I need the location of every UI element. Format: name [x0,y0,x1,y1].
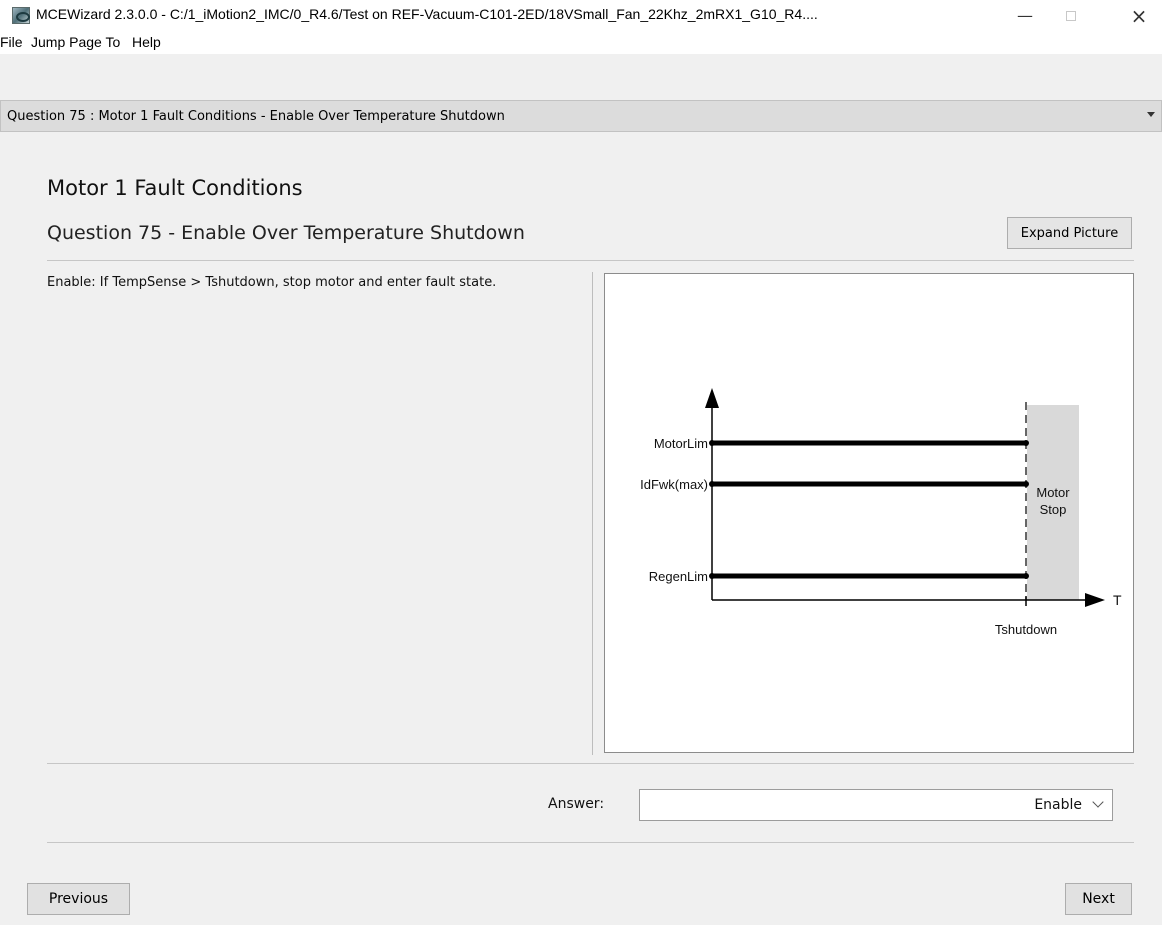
answer-select-value: Enable [1034,797,1082,813]
diagram-panel: MotorLim IdFwk(max) RegenLim Motor Stop … [604,273,1134,753]
idfwk-label: IdFwk(max) [640,477,708,492]
motorlim-point [709,440,715,446]
minimize-button[interactable]: — [1002,0,1048,31]
next-button[interactable]: Next [1065,883,1132,915]
idfwk-point [709,481,715,487]
menu-bar: File Jump Page To Help [0,31,1162,54]
menu-file[interactable]: File [0,34,23,50]
motor-stop-label-line2: Stop [1040,502,1067,517]
x-axis-arrow-icon [1085,593,1105,607]
minimize-icon: — [1017,6,1033,25]
page-title: Motor 1 Fault Conditions [47,176,303,200]
menu-jump-page-to[interactable]: Jump Page To [31,34,120,50]
splitter[interactable] [592,272,593,755]
maximize-icon [1066,10,1076,21]
question-select-value: Question 75 : Motor 1 Fault Conditions -… [7,109,505,124]
question-select[interactable]: Question 75 : Motor 1 Fault Conditions -… [0,100,1162,132]
chevron-down-icon [1092,796,1104,808]
close-icon: × [1130,3,1148,28]
x-axis-label: T [1113,592,1122,608]
dropdown-arrow-icon [1147,112,1155,117]
motorlim-end-point [1023,440,1029,446]
question-title: Question 75 - Enable Over Temperature Sh… [47,222,525,244]
tshutdown-label: Tshutdown [995,622,1057,637]
expand-picture-button[interactable]: Expand Picture [1007,217,1132,249]
answer-select[interactable]: Enable [639,789,1113,821]
answer-label: Answer: [548,796,605,812]
regenlim-end-point [1023,573,1029,579]
previous-button[interactable]: Previous [27,883,130,915]
app-icon [12,7,30,24]
motor-stop-label-line1: Motor [1036,485,1070,500]
motorlim-label: MotorLim [654,436,708,451]
question-description: Enable: If TempSense > Tshutdown, stop m… [47,275,497,290]
regenlim-point [709,573,715,579]
window-title: MCEWizard 2.3.0.0 - C:/1_iMotion2_IMC/0_… [36,6,818,22]
regenlim-label: RegenLim [649,569,708,584]
title-bar: MCEWizard 2.3.0.0 - C:/1_iMotion2_IMC/0_… [0,0,1162,31]
menu-help[interactable]: Help [132,34,161,50]
maximize-button[interactable] [1048,0,1094,31]
y-axis-arrow-icon [705,388,719,408]
over-temperature-diagram: MotorLim IdFwk(max) RegenLim Motor Stop … [640,388,1122,637]
divider [47,763,1134,764]
idfwk-end-point [1023,481,1029,487]
divider [47,260,1134,261]
divider [47,842,1134,843]
close-button[interactable]: × [1116,0,1162,31]
